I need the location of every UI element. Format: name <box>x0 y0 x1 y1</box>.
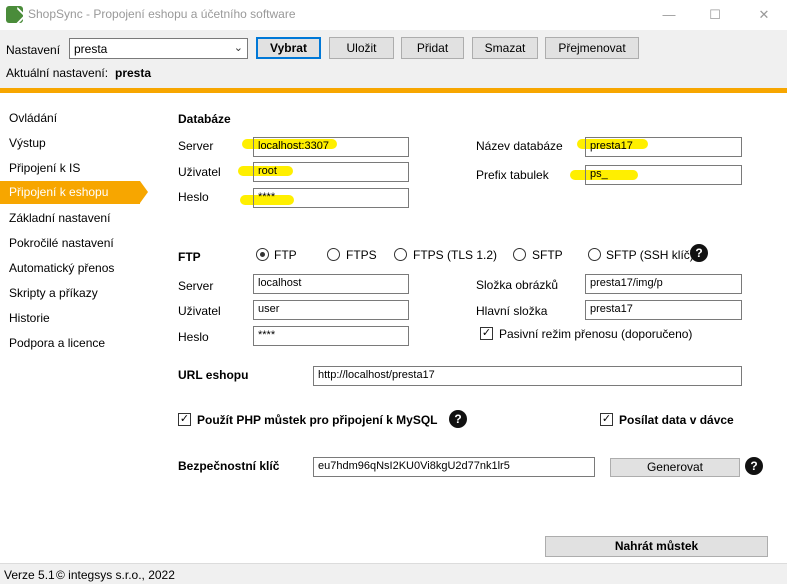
db-name-input[interactable]: presta17 <box>585 137 742 157</box>
save-button[interactable]: Uložit <box>329 37 394 59</box>
version-text: Verze 5.1 <box>4 568 55 582</box>
sidebar-item-pripojeni-is[interactable]: Připojení k IS <box>0 157 148 180</box>
url-input[interactable]: http://localhost/presta17 <box>313 366 742 386</box>
ftp-mode-ftps-tls-radio[interactable] <box>394 248 407 261</box>
passive-mode-checkbox[interactable]: ✓ <box>480 327 493 340</box>
db-prefix-label: Prefix tabulek <box>476 168 549 182</box>
ftp-main-input[interactable]: presta17 <box>585 300 742 320</box>
sidebar-item-skripty[interactable]: Skripty a příkazy <box>0 282 148 305</box>
sidebar-item-ovladani[interactable]: Ovládání <box>0 107 148 130</box>
copyright-text: © integsys s.r.o., 2022 <box>56 568 175 582</box>
app-logo-icon <box>6 6 23 23</box>
security-help-icon[interactable]: ? <box>745 457 763 475</box>
current-settings-label: Aktuální nastavení: <box>6 66 109 80</box>
db-prefix-input[interactable]: ps_ <box>585 165 742 185</box>
sidebar-item-podpora[interactable]: Podpora a licence <box>0 332 148 355</box>
current-settings-value: presta <box>115 66 152 80</box>
db-name-label: Název databáze <box>476 139 563 153</box>
settings-select-value: presta <box>74 42 108 56</box>
batch-label: Posílat data v dávce <box>619 413 734 427</box>
php-bridge-help-icon[interactable]: ? <box>449 410 467 428</box>
db-password-input[interactable]: **** <box>253 188 409 208</box>
rename-button[interactable]: Přejmenovat <box>545 37 639 59</box>
chevron-down-icon: ⌄ <box>233 42 243 54</box>
ftp-mode-sftp-key-label: SFTP (SSH klíč) <box>606 248 694 262</box>
ftp-images-label: Složka obrázků <box>476 278 559 292</box>
db-server-label: Server <box>178 139 214 153</box>
php-bridge-label: Použít PHP můstek pro připojení k MySQL <box>197 413 438 427</box>
ftp-mode-sftp-radio[interactable] <box>513 248 526 261</box>
ftp-mode-sftp-label: SFTP <box>532 248 563 262</box>
ftp-server-label: Server <box>178 279 214 293</box>
php-bridge-checkbox[interactable]: ✓ <box>178 413 191 426</box>
sidebar-item-pokrocile-nastaveni[interactable]: Pokročilé nastavení <box>0 232 148 255</box>
ftp-user-label: Uživatel <box>178 304 221 318</box>
ftp-help-icon[interactable]: ? <box>690 244 708 262</box>
ftp-mode-ftp-radio[interactable] <box>256 248 269 261</box>
db-server-input[interactable]: localhost:3307 <box>253 137 409 157</box>
sidebar-item-vystup[interactable]: Výstup <box>0 132 148 155</box>
sidebar-item-historie[interactable]: Historie <box>0 307 148 330</box>
db-user-input[interactable]: root <box>253 162 409 182</box>
ftp-images-input[interactable]: presta17/img/p <box>585 274 742 294</box>
ftp-user-input[interactable]: user <box>253 300 409 320</box>
accent-divider <box>0 88 787 93</box>
select-button[interactable]: Vybrat <box>256 37 321 59</box>
ftp-main-label: Hlavní složka <box>476 304 548 318</box>
sidebar-item-zakladni-nastaveni[interactable]: Základní nastavení <box>0 207 148 230</box>
security-key-label: Bezpečnostní klíč <box>178 459 280 473</box>
maximize-icon[interactable]: ☐ <box>692 0 738 30</box>
status-bar: Verze 5.1 © integsys s.r.o., 2022 <box>0 563 787 584</box>
ftp-mode-ftps-radio[interactable] <box>327 248 340 261</box>
ftp-mode-ftps-tls-label: FTPS (TLS 1.2) <box>413 248 498 262</box>
generate-button[interactable]: Generovat <box>610 458 740 477</box>
minimize-icon[interactable]: — <box>646 0 692 30</box>
db-password-label: Heslo <box>178 190 209 204</box>
add-button[interactable]: Přidat <box>401 37 464 59</box>
window-title: ShopSync - Propojení eshopu a účetního s… <box>28 7 296 21</box>
security-key-input[interactable]: eu7hdm96qNsI2KU0Vi8kgU2d77nk1lr5 <box>313 457 595 477</box>
sidebar-item-pripojeni-eshop[interactable]: Připojení k eshopu <box>0 181 148 204</box>
database-section-title: Databáze <box>178 112 231 126</box>
db-user-label: Uživatel <box>178 165 221 179</box>
close-icon[interactable]: ✕ <box>741 0 787 30</box>
sidebar-item-automaticky-prenos[interactable]: Automatický přenos <box>0 257 148 280</box>
passive-mode-label: Pasivní režim přenosu (doporučeno) <box>499 327 693 341</box>
settings-select[interactable]: presta ⌄ <box>69 38 248 59</box>
ftp-section-title: FTP <box>178 250 201 264</box>
delete-button[interactable]: Smazat <box>472 37 538 59</box>
ftp-server-input[interactable]: localhost <box>253 274 409 294</box>
ftp-mode-ftps-label: FTPS <box>346 248 377 262</box>
upload-bridge-button[interactable]: Nahrát můstek <box>545 536 768 557</box>
ftp-mode-ftp-label: FTP <box>274 248 297 262</box>
title-bar: ShopSync - Propojení eshopu a účetního s… <box>0 0 787 30</box>
ftp-mode-sftp-key-radio[interactable] <box>588 248 601 261</box>
settings-label: Nastavení <box>6 43 61 57</box>
ftp-password-label: Heslo <box>178 330 209 344</box>
batch-checkbox[interactable]: ✓ <box>600 413 613 426</box>
ftp-password-input[interactable]: **** <box>253 326 409 346</box>
url-label: URL eshopu <box>178 368 249 382</box>
